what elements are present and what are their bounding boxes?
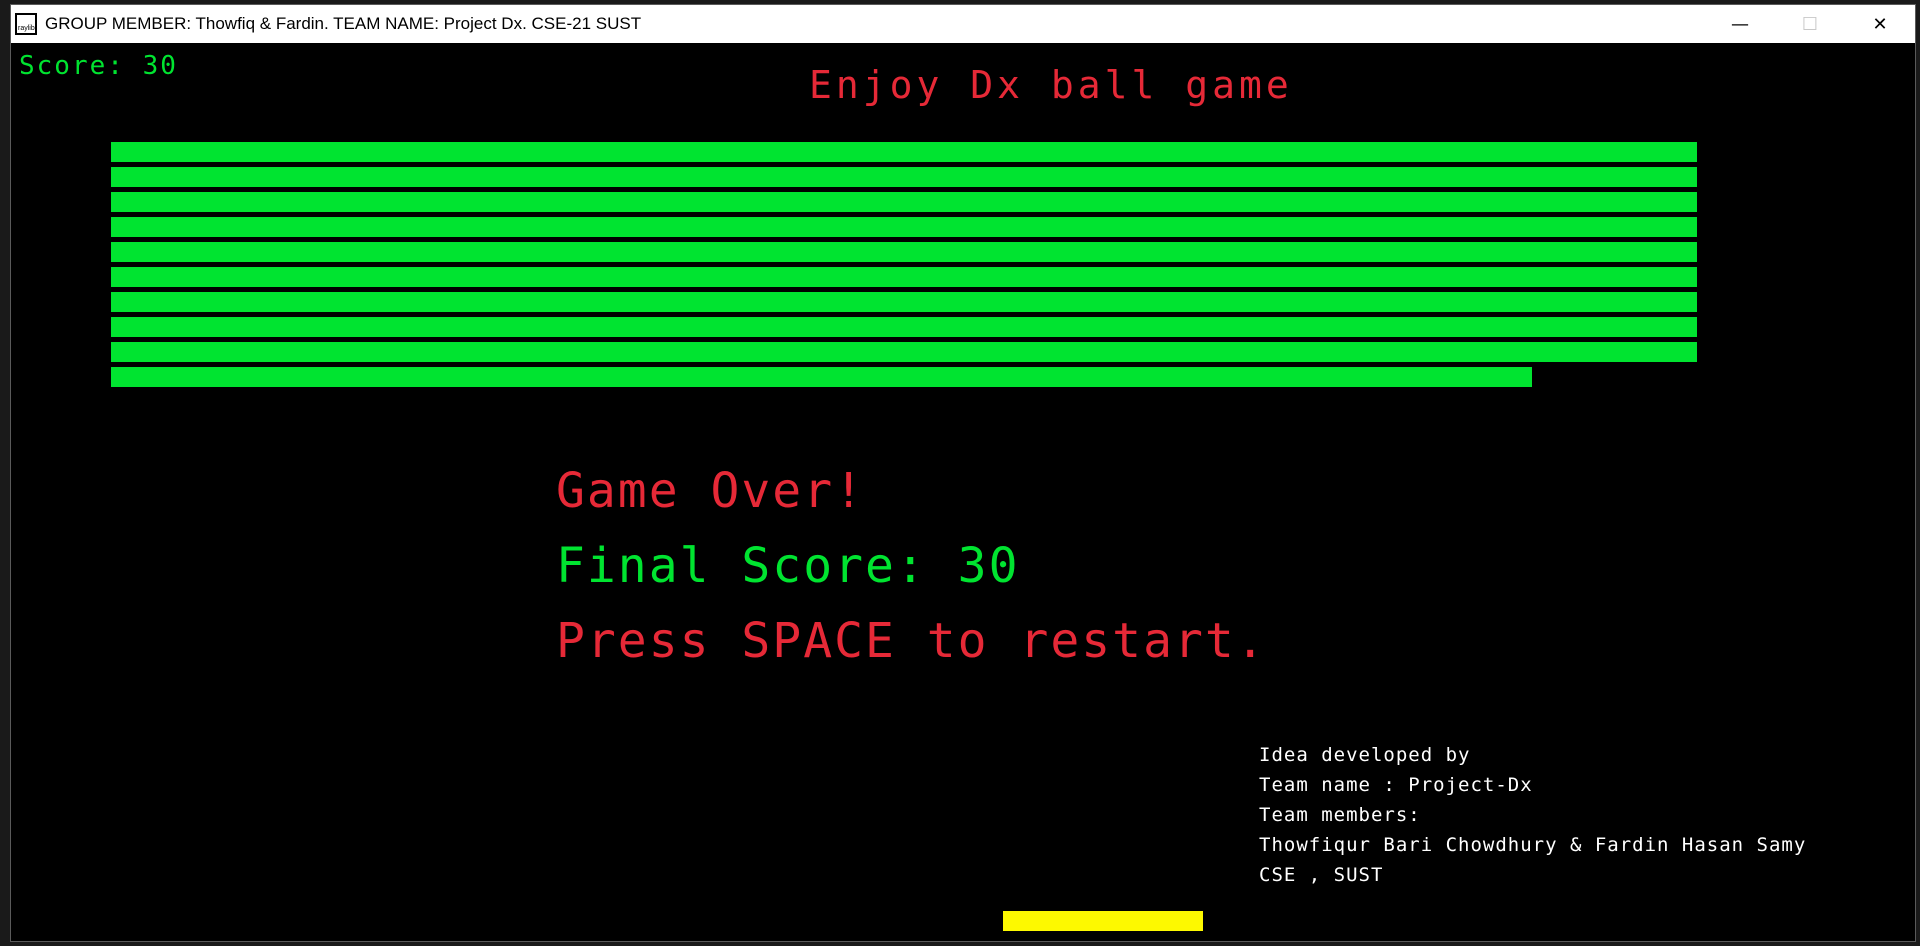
credits-line: CSE , SUST <box>1259 864 1384 886</box>
credits-line: Team name : Project-Dx <box>1259 774 1533 796</box>
brick-row <box>111 292 1697 312</box>
credits-line: Idea developed by <box>1259 744 1471 766</box>
brick-row <box>111 367 1533 387</box>
game-title: Enjoy Dx ball game <box>809 63 1293 107</box>
final-score-text: Final Score: 30 <box>556 538 1020 594</box>
brick-row <box>111 192 1697 212</box>
brick-row <box>111 217 1697 237</box>
brick-row <box>111 267 1697 287</box>
credits-line: Team members: <box>1259 804 1421 826</box>
brick-row <box>111 167 1697 187</box>
credits-line: Thowfiqur Bari Chowdhury & Fardin Hasan … <box>1259 834 1807 856</box>
brick-row <box>111 142 1697 162</box>
raylib-app-icon: raylib <box>15 13 37 35</box>
brick-row <box>111 342 1697 362</box>
paddle[interactable] <box>1003 911 1203 931</box>
restart-prompt: Press SPACE to restart. <box>556 613 1267 669</box>
window-title: GROUP MEMBER: Thowfiq & Fardin. TEAM NAM… <box>45 14 642 33</box>
close-button[interactable]: ✕ <box>1845 5 1915 43</box>
game-over-text: Game Over! <box>556 463 865 519</box>
minimize-button[interactable]: — <box>1705 5 1775 43</box>
maximize-button[interactable]: ☐ <box>1775 5 1845 43</box>
credits: Idea developed by Team name : Project-Dx… <box>1259 740 1806 890</box>
game-window: raylib GROUP MEMBER: Thowfiq & Fardin. T… <box>10 4 1916 942</box>
title-bar[interactable]: raylib GROUP MEMBER: Thowfiq & Fardin. T… <box>11 5 1915 43</box>
brick-row <box>111 242 1697 262</box>
brick-wall <box>111 142 1697 392</box>
brick-row <box>111 317 1697 337</box>
game-canvas[interactable]: Score: 30 Enjoy Dx ball game Game Over! … <box>11 43 1915 941</box>
score-display: Score: 30 <box>19 51 178 81</box>
